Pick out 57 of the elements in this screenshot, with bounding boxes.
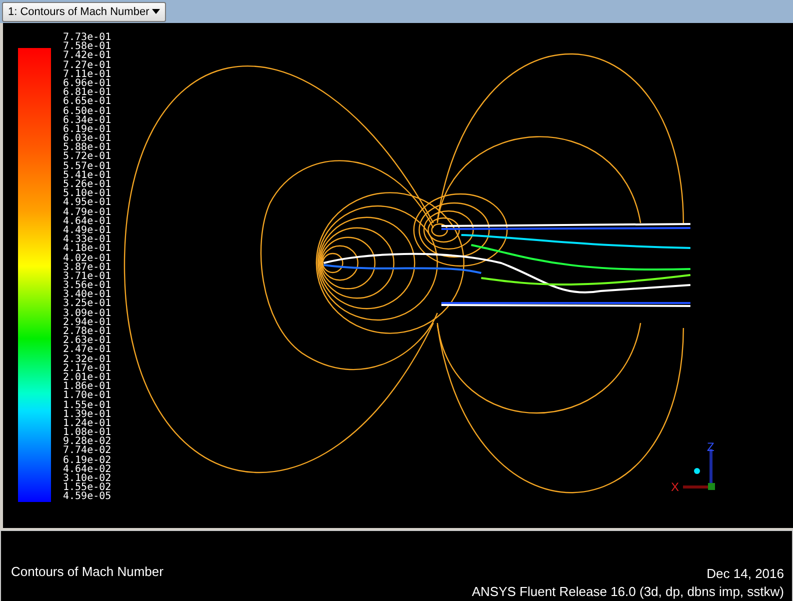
colorbar-label: 4.02e-01 — [63, 254, 112, 263]
colorbar-label: 4.79e-01 — [63, 208, 112, 217]
colorbar-label: 4.49e-01 — [63, 226, 112, 236]
colorbar-label: 1.86e-01 — [63, 382, 112, 392]
caret-icon — [152, 9, 160, 14]
colorbar-label: 1.39e-01 — [63, 410, 112, 419]
colorbar-label: 4.64e-02 — [63, 464, 112, 474]
colorbar-label: 6.19e-01 — [63, 124, 112, 134]
date-text: Dec 14, 2016 — [706, 566, 784, 581]
colorbar-label: 7.42e-01 — [63, 51, 112, 61]
colorbar-label: 2.01e-01 — [63, 372, 112, 382]
colorbar-label: 7.27e-01 — [63, 60, 112, 70]
colorbar-label: 2.32e-01 — [63, 354, 112, 364]
colorbar-label: 5.88e-01 — [63, 143, 112, 152]
colorbar-label: 6.65e-01 — [63, 97, 112, 106]
colorbar-label: 5.26e-01 — [63, 180, 112, 190]
colorbar-label: 5.57e-01 — [63, 162, 112, 171]
release-text: ANSYS Fluent Release 16.0 (3d, dp, dbns imp, sstkw) — [472, 584, 784, 599]
colorbar-label: 6.34e-01 — [63, 116, 112, 125]
window-selector-dropdown[interactable]: 1: Contours of Mach Number — [2, 2, 166, 22]
colorbar-label: 4.59e-05 — [63, 492, 112, 502]
colorbar-label: 1.24e-01 — [63, 418, 112, 428]
plot-title: Contours of Mach Number — [11, 564, 164, 579]
colorbar-label: 5.72e-01 — [63, 152, 112, 162]
colorbar-label: 7.74e-02 — [63, 446, 112, 456]
colorbar-label: 7.58e-01 — [63, 42, 112, 52]
colorbar-label: 2.78e-01 — [63, 327, 112, 336]
colorbar-label: 5.41e-01 — [63, 170, 112, 180]
colorbar-label: 6.19e-02 — [63, 456, 112, 465]
colorbar-label: 7.73e-01 — [63, 33, 112, 42]
colorbar-label: 4.18e-01 — [63, 244, 112, 254]
colorbar-label: 1.08e-01 — [63, 428, 112, 438]
colorbar-label: 5.10e-01 — [63, 189, 112, 198]
colorbar-label: 4.64e-01 — [63, 216, 112, 226]
colorbar-label: 3.25e-01 — [63, 299, 112, 309]
colorbar-label: 6.81e-01 — [63, 88, 112, 98]
colorbar-label: 1.70e-01 — [63, 391, 112, 400]
colorbar-label: 3.10e-02 — [63, 474, 112, 484]
colorbar-label: 2.94e-01 — [63, 318, 112, 327]
colorbar-label: 6.96e-01 — [63, 78, 112, 88]
colorbar-label: 6.50e-01 — [63, 106, 112, 116]
colorbar-label: 3.71e-01 — [63, 272, 112, 282]
colorbar-label: 4.33e-01 — [63, 235, 112, 244]
axes-triad-drawing: Z X — [671, 441, 727, 497]
colorbar-label: 3.56e-01 — [63, 281, 112, 290]
colorbar-label: 3.40e-01 — [63, 290, 112, 300]
colorbar-label: 6.03e-01 — [63, 134, 112, 144]
colorbar-label: 3.09e-01 — [63, 308, 112, 318]
colorbar-label: 9.28e-02 — [63, 437, 112, 446]
colorbar-label: 1.55e-02 — [63, 483, 112, 492]
colorbar-label: 7.11e-01 — [63, 70, 112, 79]
colorbar-label: 2.17e-01 — [63, 364, 112, 373]
colorbar-label: 2.47e-01 — [63, 345, 112, 355]
colorbar-label: 3.87e-01 — [63, 262, 112, 272]
colorbar-label: 2.63e-01 — [63, 336, 112, 346]
colorbar-label: 1.55e-01 — [63, 400, 112, 410]
colorbar-label: 4.95e-01 — [63, 198, 112, 208]
